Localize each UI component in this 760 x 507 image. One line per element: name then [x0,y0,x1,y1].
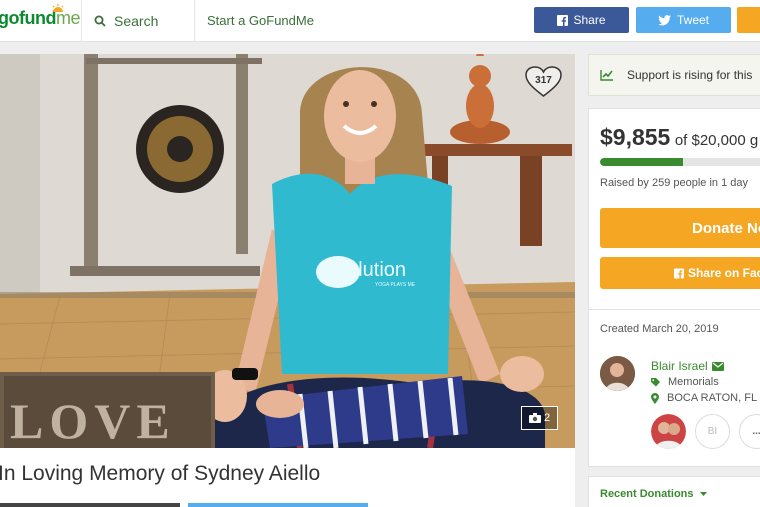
campaign-photo[interactable]: evolution YOGA PLAYS ME LOVE [0,54,575,448]
raised-amount: $9,855 [600,124,671,150]
category-row: Memorials [651,376,719,388]
share-strip-blue[interactable] [188,503,368,507]
rising-text: Support is rising for this [627,68,753,82]
recent-donations-toggle[interactable]: Recent Donations [600,488,707,500]
goal-text: of $20,000 g [674,132,759,149]
share-strip [0,499,575,507]
top-nav: gofundme Search Start a GoFundMe Share T… [0,0,760,42]
amount-raised: $9,855 of $20,000 g [600,124,758,151]
twitter-bird-icon [658,14,671,25]
donate-now-header-button[interactable] [737,7,760,33]
category-label[interactable]: Memorials [668,376,719,388]
share-facebook-label: Share on Face [687,266,760,280]
raised-by-text: Raised by 259 people in 1 day [600,177,748,189]
shirt-logo-text: evolution [326,259,406,281]
share-on-facebook-button[interactable]: Share on Face [600,257,760,289]
search-label: Search [114,13,159,29]
recent-donations-label: Recent Donations [600,488,694,500]
progress-bar [600,158,760,166]
location-row: BOCA RATON, FL [651,392,757,404]
shirt-logo-subtext: YOGA PLAYS ME [375,282,416,288]
location-label: BOCA RATON, FL [667,392,758,404]
organizer-name-link[interactable]: Blair Israel [651,359,724,373]
start-gofundme-link[interactable]: Start a GoFundMe [207,13,314,28]
facebook-share-button[interactable]: Share [534,7,629,33]
avatar-photo [600,356,635,391]
gofundme-logo[interactable]: gofundme [0,8,81,29]
envelope-icon[interactable] [711,361,724,371]
share-label: Share [573,13,606,27]
team-member-avatar[interactable] [651,414,686,449]
team-member-initials[interactable]: BI [695,414,730,449]
share-strip-dark[interactable] [0,503,180,507]
organizer-avatar[interactable] [600,356,635,391]
nav-divider [194,0,195,42]
search-button[interactable]: Search [94,11,158,31]
donate-now-button[interactable]: Donate No [600,208,760,248]
heart-count: 317 [535,75,552,86]
tag-icon [651,377,660,386]
logo-sun-icon [52,4,64,12]
facebook-icon [557,14,569,26]
nav-divider [81,0,82,42]
photo-illustration: evolution YOGA PLAYS ME LOVE [0,54,575,448]
support-rising-banner: Support is rising for this [588,54,760,96]
heart-count-badge[interactable]: 317 [525,66,562,98]
progress-fill [600,158,684,166]
photo-count-label: 2 [543,412,551,424]
tweet-label: Tweet [676,13,709,27]
created-date: Created March 20, 2019 [600,323,719,335]
photo-gallery-button[interactable]: 2 [521,406,558,430]
organizer-name: Blair Israel [651,359,708,373]
trending-chart-icon [600,70,613,81]
tweet-button[interactable]: Tweet [636,7,731,33]
caret-down-icon [699,492,707,496]
search-icon [94,15,106,27]
team-avatar-photo [651,414,686,449]
gofundme-page: gofundme Search Start a GoFundMe Share T… [0,0,760,507]
camera-icon [528,413,541,423]
campaign-title: In Loving Memory of Sydney Aiello [0,462,321,485]
map-pin-icon [651,392,659,404]
facebook-icon [674,268,684,279]
love-sign-text: LOVE [10,393,176,448]
